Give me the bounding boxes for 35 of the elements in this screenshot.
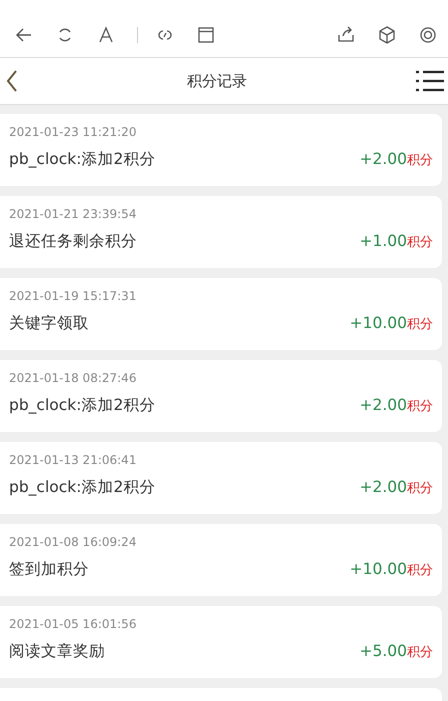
record-description: 退还任务剩余积分 bbox=[9, 231, 138, 252]
cube-icon[interactable] bbox=[377, 24, 397, 44]
points-unit: 积分 bbox=[407, 398, 433, 415]
record-time: 2021-01-05 16:01:56 bbox=[9, 617, 138, 631]
points-unit: 积分 bbox=[407, 480, 433, 497]
share-icon[interactable] bbox=[336, 24, 356, 44]
record-time: 2021-01-21 23:39:54 bbox=[9, 207, 138, 221]
record-time: 2021-01-23 11:21:20 bbox=[9, 125, 138, 139]
points-amount: +1.00 bbox=[360, 232, 407, 250]
record-description: pb_clock:添加2积分 bbox=[9, 149, 156, 170]
points-amount: +10.00 bbox=[350, 560, 407, 578]
target-icon[interactable] bbox=[418, 24, 438, 44]
record-description: 阅读文章奖励 bbox=[9, 641, 106, 662]
record-description: 签到加积分 bbox=[9, 559, 90, 580]
points-unit: 积分 bbox=[407, 152, 433, 169]
menu-icon[interactable] bbox=[416, 70, 444, 92]
record-time: 2021-01-19 15:17:31 bbox=[9, 289, 138, 303]
points-unit: 积分 bbox=[407, 562, 433, 579]
points-amount: +2.00 bbox=[360, 150, 407, 168]
record-time: 2021-01-08 16:09:24 bbox=[9, 535, 138, 549]
points-unit: 积分 bbox=[407, 644, 433, 661]
record-description: 关键字领取 bbox=[9, 313, 90, 334]
window-icon[interactable] bbox=[196, 24, 216, 44]
points-unit: 积分 bbox=[407, 234, 433, 251]
points-amount: +10.00 bbox=[350, 314, 407, 332]
record-description: pb_clock:添加2积分 bbox=[9, 477, 156, 498]
record-time: 2021-01-13 21:06:41 bbox=[9, 453, 138, 467]
points-unit: 积分 bbox=[407, 316, 433, 333]
page-title: 积分记录 bbox=[187, 72, 247, 90]
record-time: 2021-01-18 08:27:46 bbox=[9, 371, 138, 385]
points-amount: +2.00 bbox=[360, 478, 407, 496]
back-icon[interactable] bbox=[6, 69, 18, 93]
record-description: pb_clock:添加2积分 bbox=[9, 395, 156, 416]
points-amount: +2.00 bbox=[360, 396, 407, 414]
points-amount: +5.00 bbox=[360, 642, 407, 660]
